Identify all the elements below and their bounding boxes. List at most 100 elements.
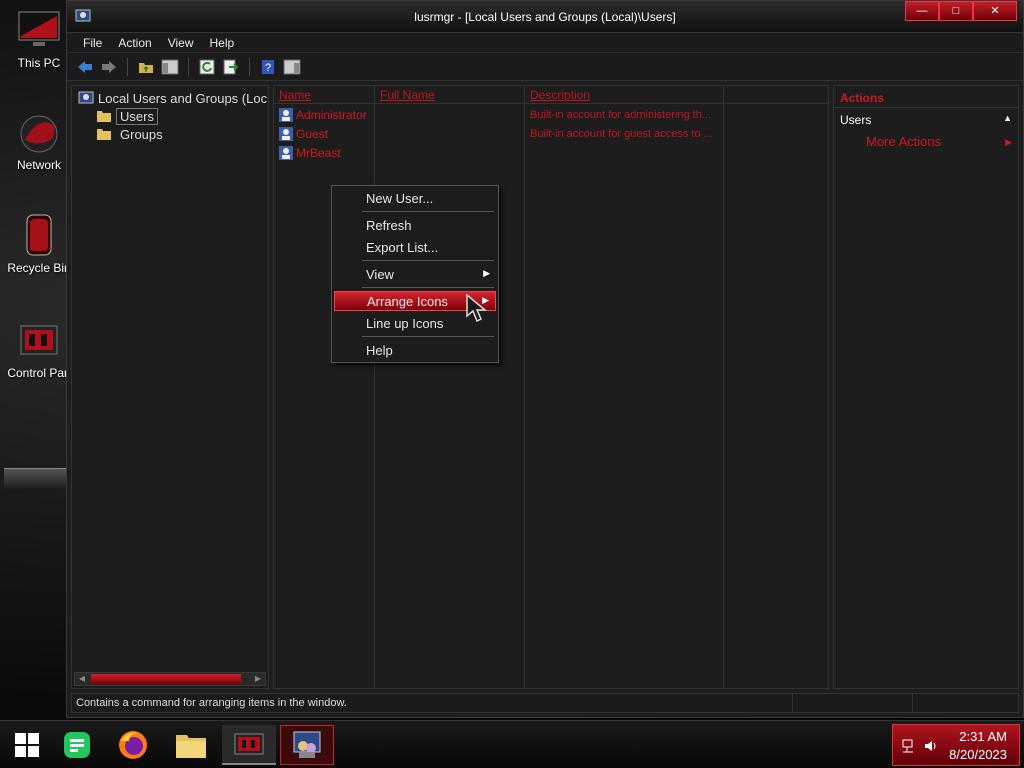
- desktop-icon-recycle-bin[interactable]: Recycle Bin: [4, 213, 74, 275]
- context-menu: New User... Refresh Export List... View …: [331, 185, 499, 363]
- actions-header: Actions: [834, 86, 1018, 108]
- column-header-full-name[interactable]: Full Name: [375, 86, 525, 103]
- help-button[interactable]: ?: [258, 57, 278, 77]
- help-icon: ?: [262, 59, 274, 74]
- export-list-button[interactable]: [221, 57, 241, 77]
- list-item[interactable]: MrBeast: [278, 144, 341, 162]
- mouse-cursor-icon: [466, 294, 488, 323]
- user-icon: [279, 108, 293, 122]
- lusrmgr-window: lusrmgr - [Local Users and Groups (Local…: [66, 0, 1024, 718]
- tree-item-groups[interactable]: Groups: [72, 125, 268, 143]
- user-icon: [279, 146, 293, 160]
- more-actions-link[interactable]: More Actions ▶: [834, 130, 1018, 149]
- status-text: Contains a command for arranging items i…: [76, 697, 347, 709]
- folder-icon: [176, 735, 206, 758]
- menu-item-refresh[interactable]: Refresh: [334, 216, 496, 236]
- maximize-button[interactable]: □: [939, 1, 973, 21]
- users-list: Name Full Name Description Administrator…: [273, 85, 829, 689]
- menu-item-view[interactable]: View ▶: [334, 265, 496, 285]
- folder-up-icon: [139, 62, 153, 73]
- list-item[interactable]: Administrator: [278, 106, 367, 124]
- windows-logo-icon: [15, 733, 39, 757]
- menu-item-help[interactable]: Help: [334, 341, 496, 361]
- menu-bar: File Action View Help: [67, 33, 1023, 53]
- clock-time[interactable]: 2:31 AM: [959, 729, 1007, 744]
- tree-root-label: Local Users and Groups (Loc: [98, 90, 268, 106]
- list-item[interactable]: Guest: [278, 125, 328, 143]
- desktop-shelf: [4, 468, 66, 490]
- user-description: Built-in account for administering th...: [530, 109, 711, 121]
- svg-text:?: ?: [265, 62, 271, 74]
- minimize-button[interactable]: —: [905, 1, 939, 21]
- taskbar-app-notes[interactable]: [50, 725, 104, 765]
- control-panel-icon: [17, 318, 61, 362]
- scroll-thumb[interactable]: [91, 674, 241, 684]
- tree-item-label: Users: [116, 107, 158, 125]
- users-app-icon: [293, 731, 321, 758]
- actions-section-users[interactable]: Users ▲: [834, 108, 1018, 130]
- column-header-name[interactable]: Name: [274, 86, 375, 103]
- title-bar[interactable]: lusrmgr - [Local Users and Groups (Local…: [67, 1, 1023, 33]
- forward-button[interactable]: [99, 57, 119, 77]
- desktop-icon-label: Control Pan: [7, 366, 71, 380]
- volume-icon[interactable]: [923, 738, 939, 754]
- user-name: MrBeast: [296, 146, 341, 160]
- back-arrow-icon: [78, 60, 92, 73]
- control-panel-icon: [234, 733, 264, 755]
- close-button[interactable]: ✕: [973, 1, 1017, 21]
- firefox-icon: [119, 731, 147, 759]
- actions-section-label: Users: [840, 113, 872, 127]
- desktop-icon-network[interactable]: Network: [4, 110, 74, 172]
- desktop-icon-label: This PC: [17, 56, 61, 70]
- user-name: Guest: [296, 127, 329, 141]
- refresh-button[interactable]: [197, 57, 217, 77]
- tree-root[interactable]: Local Users and Groups (Loc: [72, 89, 268, 107]
- refresh-icon: [199, 59, 215, 74]
- user-name: Administrator: [296, 108, 367, 122]
- folder-icon: [97, 111, 111, 122]
- action-pane-icon: [283, 59, 301, 74]
- action-pane-button[interactable]: [282, 57, 302, 77]
- user-icon: [279, 127, 293, 141]
- start-button[interactable]: [0, 725, 54, 765]
- column-header-description[interactable]: Description: [525, 86, 724, 103]
- toolbar: ?: [67, 53, 1023, 81]
- recycle-bin-icon: [17, 213, 61, 257]
- menu-file[interactable]: File: [75, 34, 110, 52]
- actions-pane: Actions Users ▲ More Actions ▶: [833, 85, 1019, 689]
- show-hide-tree-button[interactable]: [160, 57, 180, 77]
- taskbar-app-file-explorer[interactable]: [164, 725, 218, 765]
- notes-app-icon: [64, 732, 90, 758]
- clock-date[interactable]: 8/20/2023: [949, 747, 1007, 762]
- submenu-arrow-icon: ▶: [483, 268, 490, 278]
- taskbar-app-control-panel[interactable]: [222, 725, 276, 765]
- window-title: lusrmgr - [Local Users and Groups (Local…: [414, 10, 676, 24]
- system-tray: 2:31 AM 8/20/2023: [892, 724, 1020, 766]
- status-bar: Contains a command for arranging items i…: [71, 693, 1019, 713]
- network-status-icon[interactable]: [901, 738, 917, 754]
- back-button[interactable]: [75, 57, 95, 77]
- folder-icon: [97, 129, 111, 140]
- forward-arrow-icon: [102, 60, 116, 73]
- menu-item-export-list[interactable]: Export List...: [334, 238, 496, 258]
- scroll-left-icon[interactable]: ◀: [75, 673, 89, 685]
- desktop-icon-control-panel[interactable]: Control Pan: [4, 318, 74, 380]
- scroll-right-icon[interactable]: ▶: [251, 673, 265, 685]
- more-actions-label: More Actions: [866, 134, 942, 149]
- taskbar-app-firefox[interactable]: [106, 725, 160, 765]
- tree-horizontal-scrollbar[interactable]: ◀ ▶: [74, 672, 266, 686]
- menu-action[interactable]: Action: [110, 34, 159, 52]
- desktop-icon-label: Recycle Bin: [7, 261, 71, 275]
- desktop-icon-this-pc[interactable]: This PC: [4, 8, 74, 70]
- menu-help[interactable]: Help: [202, 34, 243, 52]
- collapse-up-icon[interactable]: ▲: [1003, 113, 1012, 125]
- menu-item-new-user[interactable]: New User...: [334, 189, 496, 209]
- tree-item-users[interactable]: Users: [72, 107, 268, 125]
- taskbar-app-lusrmgr[interactable]: [280, 725, 334, 765]
- desktop-icon-label: Network: [16, 158, 61, 172]
- console-tree: Local Users and Groups (Loc Users Groups…: [71, 85, 269, 689]
- console-tree-icon: [161, 59, 179, 74]
- submenu-arrow-icon: ▶: [1005, 137, 1012, 147]
- menu-view[interactable]: View: [160, 34, 202, 52]
- up-folder-button[interactable]: [136, 57, 156, 77]
